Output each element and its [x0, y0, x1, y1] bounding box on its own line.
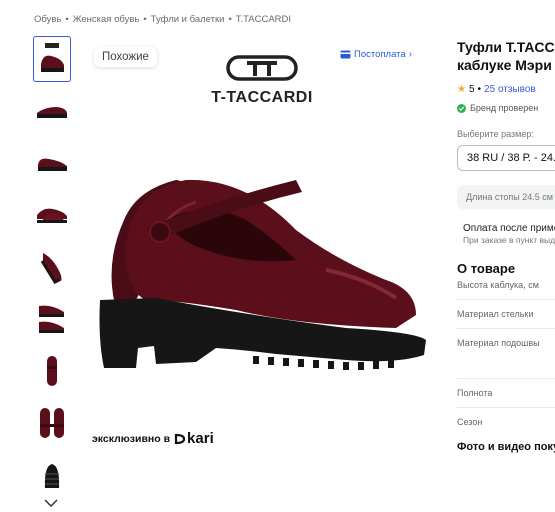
product-main-image[interactable] [96, 150, 432, 385]
postpay-label: Постоплата [354, 49, 406, 60]
kari-logo: kari [174, 430, 214, 447]
brand-logo[interactable]: T-TACCARDI [202, 54, 322, 107]
breadcrumb-separator: • [228, 14, 232, 25]
brand-emblem-icon [226, 55, 298, 81]
product-info-panel: Туфли T.TACCARDI на каблуке Мэри Джейн ★… [457, 38, 555, 453]
attribute-row: Материал подошвы [457, 329, 555, 379]
attribute-row: Материал стельки [457, 300, 555, 329]
rating-separator: • [477, 84, 482, 95]
attribute-row: Полнота [457, 379, 555, 408]
brand-verified: Бренд проверен [457, 103, 555, 113]
about-section-title: О товаре [457, 261, 516, 276]
breadcrumb-item[interactable]: Туфли и балетки [151, 14, 225, 25]
foot-length: Длина стопы 24.5 см [457, 185, 555, 209]
size-select[interactable]: 38 RU / 38 Р. - 24.5 см [457, 145, 555, 171]
payment-title: Оплата после примерки [463, 223, 555, 234]
exclusive-badge: эксклюзивно в kari [92, 430, 214, 447]
thumbnail-6[interactable] [33, 296, 71, 342]
product-title-line: каблуке Мэри Джейн [457, 57, 555, 73]
breadcrumb-item[interactable]: Обувь [34, 14, 61, 25]
size-label: Выберите размер: [457, 129, 534, 139]
attribute-row: Сезон [457, 417, 483, 427]
thumbnail-list [33, 36, 73, 504]
breadcrumb-separator: • [65, 14, 69, 25]
product-title-line: Туфли T.TACCARDI на [457, 39, 555, 55]
star-icon: ★ [457, 84, 466, 95]
thumbnail-3[interactable] [33, 140, 71, 186]
reviews-count: 25 отзывов [484, 84, 536, 95]
check-circle-icon [457, 103, 466, 113]
thumbnail-7[interactable] [33, 348, 71, 394]
thumbnail-1[interactable] [33, 36, 71, 82]
product-rating[interactable]: ★ 5 • 25 отзывов [457, 84, 555, 95]
rating-value: 5 [468, 84, 475, 95]
payment-option[interactable]: Оплата после примерки При заказе в пункт… [457, 223, 555, 245]
card-icon [340, 50, 351, 59]
kari-logo-icon [174, 433, 186, 444]
similar-button[interactable]: Похожие [94, 47, 157, 67]
breadcrumb-item[interactable]: T.TACCARDI [236, 14, 291, 25]
thumbnail-8[interactable] [33, 400, 71, 446]
breadcrumb: Обувь • Женская обувь • Туфли и балетки • T.TA… [34, 14, 291, 25]
thumbnail-5[interactable] [33, 244, 71, 290]
thumbnail-9[interactable] [33, 452, 71, 498]
size-select-value: 38 RU / 38 Р. - 24.5 см [467, 152, 555, 164]
customer-photos-title: Фото и видео покупателей [457, 441, 555, 453]
brand-name: T-TACCARDI [211, 89, 313, 106]
payment-text: Оплата после примерки При заказе в пункт… [463, 223, 555, 245]
brand-verified-label: Бренд проверен [470, 103, 539, 113]
kari-logo-text: kari [187, 430, 214, 447]
thumbnail-4[interactable] [33, 192, 71, 238]
breadcrumb-separator: • [143, 14, 147, 25]
thumbnail-2[interactable] [33, 88, 71, 134]
postpay-link[interactable]: Постоплата › [340, 49, 412, 60]
breadcrumb-item[interactable]: Женская обувь [73, 14, 140, 25]
payment-subtitle: При заказе в пункт выдачи [463, 235, 555, 245]
chevron-right-icon: › [408, 49, 413, 60]
product-title: Туфли T.TACCARDI на каблуке Мэри Джейн [457, 38, 555, 74]
exclusive-text: эксклюзивно в [92, 432, 171, 445]
chevron-down-icon[interactable] [44, 494, 58, 512]
attribute-row: Высота каблука, см [457, 276, 555, 300]
